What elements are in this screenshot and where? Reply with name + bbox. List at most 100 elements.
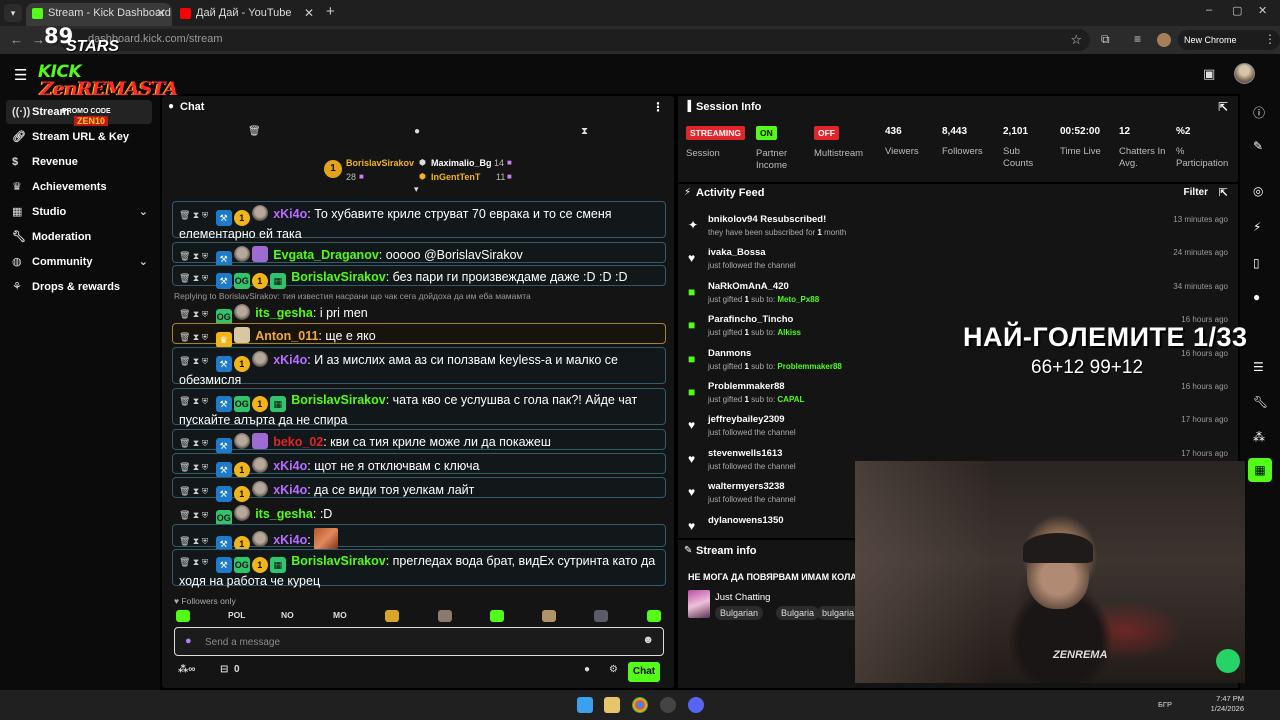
gifter-name[interactable]: InGentTenT — [431, 172, 480, 182]
sidebar-item-achievements[interactable]: ♛ Achievements — [6, 175, 152, 199]
stat-multistream[interactable]: OFF Multistream — [814, 126, 863, 160]
bookmark-star-icon[interactable]: ☆ — [1070, 32, 1082, 48]
user-avatar[interactable] — [1234, 63, 1255, 84]
extensions-icon[interactable]: ⧉ — [1101, 32, 1110, 47]
new-tab-icon[interactable]: + — [326, 3, 335, 20]
chat-message[interactable]: 🗑︎ ⧗ ⛨ ⚒ beko_02: кви са тия криле може … — [172, 429, 666, 454]
chat-username[interactable]: BorislavSirakov — [291, 393, 386, 407]
chat-message[interactable]: 🗑︎ ⧗ ⛨ ⚒ 1 xKi4o: щот не я отключвам с кл… — [172, 453, 666, 478]
chat-message[interactable]: 🗑︎ ⧗ ⛨ ⚒ 1 xKi4o: То хубавите криле струв… — [172, 201, 666, 241]
mod-tools-icon[interactable]: 🗑︎ ⧗ ⛨ — [179, 309, 208, 319]
sidebar-item-drops-rewards[interactable]: ⚘ Drops & rewards — [6, 275, 152, 299]
chat-message[interactable]: 🗑︎ ⧗ ⛨ ⚒ 1 xKi4o: И аз мислих ама аз си п… — [172, 347, 666, 387]
face-emote-icon[interactable] — [438, 610, 452, 622]
chat-username[interactable]: xKi4o — [273, 207, 307, 221]
users-icon[interactable]: ⁂ — [1253, 430, 1265, 444]
system-clock[interactable]: 7:47 PM 1/24/2026 — [1211, 694, 1244, 714]
add-widget-icon[interactable]: ▦ — [1248, 458, 1272, 482]
bolt-icon[interactable]: ⚡︎ — [1253, 220, 1261, 234]
keyboard-language[interactable]: БГР — [1158, 700, 1172, 709]
windows-start-icon[interactable] — [577, 697, 593, 713]
document-icon[interactable]: ▯ — [1253, 256, 1260, 270]
chat-message-input[interactable]: ● ☻ — [174, 627, 664, 656]
chrome-icon[interactable] — [632, 697, 648, 713]
gifter-name[interactable]: Maximalio_Bg — [431, 158, 492, 168]
chat-username[interactable]: beko_02 — [273, 435, 323, 449]
chrome-menu-icon[interactable]: ⋮ — [1264, 32, 1276, 46]
emote-pol[interactable]: POL — [228, 610, 245, 620]
microphone-icon[interactable]: ● — [185, 635, 192, 647]
chat-username[interactable]: Evgata_Draganov — [273, 248, 379, 262]
info-icon[interactable]: ⓘ — [1253, 104, 1265, 121]
mod-tools-icon[interactable]: 🗑︎ ⧗ ⛨ — [179, 536, 208, 546]
popout-icon[interactable]: ⇱ — [1219, 184, 1228, 202]
mod-tools-icon[interactable]: 🗑︎ ⧗ ⛨ — [179, 557, 208, 567]
sidebar-item-studio[interactable]: ▦ Studio ⌄ — [6, 200, 152, 224]
activity-item[interactable]: ✦ bnikolov94 Resubscribed! they have bee… — [678, 214, 1238, 246]
discord-icon[interactable] — [688, 697, 704, 713]
mod-tools-icon[interactable]: 🗑︎ ⧗ ⛨ — [179, 396, 208, 406]
minimize-icon[interactable]: – — [1206, 4, 1212, 16]
mod-tools-icon[interactable]: 🗑︎ ⧗ ⛨ — [179, 356, 208, 366]
settings-gear-icon[interactable]: ⚙ — [609, 664, 618, 675]
chat-message[interactable]: 🗑︎ ⧗ ⛨ OG its_gesha: :D — [172, 501, 666, 526]
chat-message[interactable]: 🗑︎ ⧗ ⛨ ⚒ 1 xKi4o: — [172, 524, 666, 552]
chat-username[interactable]: xKi4o — [273, 353, 307, 367]
kick-emote-icon[interactable] — [176, 610, 190, 622]
activity-item[interactable]: ■ Problemmaker88 just gifted 1 sub to: C… — [678, 381, 1238, 413]
filter-button[interactable]: Filter — [1184, 184, 1208, 202]
chat-message[interactable]: 🗑︎ ⧗ ⛨ OG its_gesha: i pri men — [172, 300, 666, 325]
mod-tools-icon[interactable]: 🗑︎ ⧗ ⛨ — [179, 486, 208, 496]
mod-tools-icon[interactable]: 🗑︎ ⧗ ⛨ — [179, 210, 208, 220]
dog-emote-icon[interactable] — [542, 610, 556, 622]
kick-emote-icon[interactable] — [490, 610, 504, 622]
wrench-icon[interactable]: 🔧︎ — [1253, 395, 1268, 409]
mod-tools-icon[interactable]: 🗑︎ ⧗ ⛨ — [179, 273, 208, 283]
chat-message[interactable]: 🗑︎ ⧗ ⛨ ⚒ OG 1 ▦ BorislavSirakov: прегледах … — [172, 549, 666, 588]
emote-mo[interactable]: MO — [333, 610, 347, 620]
emote-no[interactable]: NO — [281, 610, 294, 620]
cat-emote-icon[interactable] — [594, 610, 608, 622]
chat-input-field[interactable] — [205, 634, 625, 650]
stream-preview-icon[interactable]: ▣ — [1203, 66, 1215, 82]
mod-tools-icon[interactable]: 🗑︎ ⧗ ⛨ — [179, 332, 208, 342]
sidebar-item-revenue[interactable]: $ Revenue — [6, 150, 152, 174]
close-window-icon[interactable]: ✕ — [1258, 4, 1267, 17]
pencil-icon[interactable]: ✎ — [1253, 139, 1263, 153]
send-chat-button[interactable]: Chat — [628, 662, 660, 682]
points-icon[interactable]: ⁂∞ — [178, 664, 195, 675]
chat-message[interactable]: 🗑︎ ⧗ ⛨ ⚒ Evgata_Draganov: ооооо @Borisla… — [172, 242, 666, 267]
chat-username[interactable]: its_gesha — [255, 507, 313, 521]
chat-message[interactable]: 🗑︎ ⧗ ⛨ ⚒ OG 1 ▦ BorislavSirakov: без пари г… — [172, 265, 666, 289]
tab-youtube[interactable]: Дай Дай - YouTube ✕ — [174, 3, 320, 26]
chat-username[interactable]: xKi4o — [273, 533, 307, 547]
chat-username[interactable]: Anton_011 — [255, 329, 318, 343]
popout-icon[interactable]: ⇱ — [1218, 96, 1228, 118]
mod-tools-icon[interactable]: 🗑︎ ⧗ ⛨ — [179, 462, 208, 472]
maximize-icon[interactable]: ▢ — [1232, 4, 1242, 17]
chat-username[interactable]: BorislavSirakov — [291, 554, 386, 568]
activity-item[interactable]: ■ NaRkOmAnA_420 just gifted 1 sub to: Me… — [678, 281, 1238, 313]
trash-icon[interactable]: 🗑︎ — [248, 126, 261, 137]
gifter-name[interactable]: BorislavSirakov — [346, 158, 414, 168]
back-icon[interactable]: ← — [10, 32, 23, 47]
kick-emote-icon[interactable] — [647, 610, 661, 622]
close-tab-icon[interactable]: ✕ — [156, 3, 166, 24]
mod-tools-icon[interactable]: 🗑︎ ⧗ ⛨ — [179, 438, 208, 448]
list-icon[interactable]: ☰ — [1253, 360, 1264, 374]
activity-item[interactable]: ♥ ivaka_Bossa just followed the channel … — [678, 247, 1238, 279]
gold-emote-icon[interactable] — [385, 610, 399, 622]
chat-bubble-icon[interactable]: ● — [414, 126, 420, 137]
activity-item[interactable]: ♥ jeffreybailey2309 just followed the ch… — [678, 414, 1238, 446]
expand-chevron-icon[interactable]: ▾ — [414, 184, 419, 195]
more-options-icon[interactable]: ⋮ — [652, 96, 664, 118]
close-tab-icon[interactable]: ✕ — [304, 3, 314, 24]
hamburger-menu-icon[interactable]: ☰ — [14, 66, 27, 84]
chat-users-icon[interactable]: ● — [584, 664, 590, 675]
stat-partner-income[interactable]: ON Partner Income — [756, 126, 806, 172]
chat-username[interactable]: xKi4o — [273, 483, 307, 497]
sidebar-item-moderation[interactable]: 🔧︎ Moderation — [6, 225, 152, 249]
address-bar[interactable]: dashboard.kick.com/stream ☆ — [60, 29, 1090, 51]
obs-icon[interactable] — [660, 697, 676, 713]
target-icon[interactable]: ◎ — [1253, 184, 1263, 198]
